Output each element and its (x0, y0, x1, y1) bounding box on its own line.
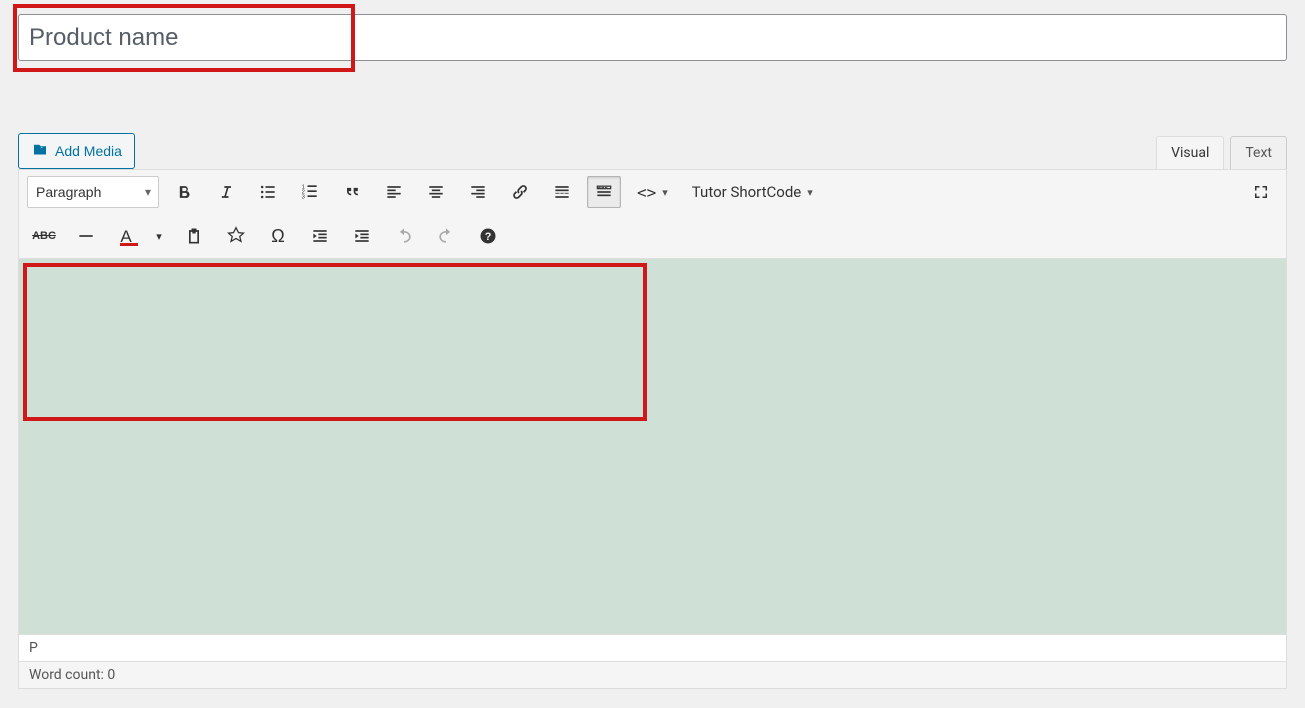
fullscreen-button[interactable] (1244, 176, 1278, 208)
strikethrough-icon: ABC (32, 230, 56, 242)
add-media-label: Add Media (55, 143, 122, 159)
tutor-shortcode-label: Tutor ShortCode (692, 183, 801, 201)
text-color-button[interactable]: A (111, 220, 141, 252)
svg-text:?: ? (485, 231, 492, 243)
insert-more-button[interactable] (545, 176, 579, 208)
svg-text:3: 3 (302, 195, 305, 201)
text-color-dropdown[interactable]: ▾ (149, 220, 169, 252)
align-center-button[interactable] (419, 176, 453, 208)
camera-music-icon (31, 141, 49, 162)
product-title-input[interactable] (18, 14, 1287, 61)
code-dropdown[interactable]: <> ▾ (629, 176, 676, 208)
code-icon: <> (637, 183, 656, 202)
bold-button[interactable] (167, 176, 201, 208)
highlight-box-content (23, 263, 647, 421)
align-right-button[interactable] (461, 176, 495, 208)
text-color-icon: A (120, 228, 131, 245)
color-swatch (120, 243, 138, 246)
bullet-list-button[interactable] (251, 176, 285, 208)
link-button[interactable] (503, 176, 537, 208)
add-media-button[interactable]: Add Media (18, 133, 135, 169)
chevron-down-icon: ▾ (156, 230, 162, 243)
undo-button[interactable] (387, 220, 421, 252)
chevron-down-icon: ▾ (662, 186, 668, 199)
editor-toolbar: Paragraph 123 (18, 169, 1287, 259)
indent-button[interactable] (345, 220, 379, 252)
status-bar: Word count: 0 (18, 662, 1287, 689)
wordcount-value: 0 (107, 667, 115, 683)
strikethrough-button[interactable]: ABC (27, 220, 61, 252)
tab-visual[interactable]: Visual (1156, 136, 1224, 169)
redo-button[interactable] (429, 220, 463, 252)
align-left-button[interactable] (377, 176, 411, 208)
toolbar-toggle-button[interactable] (587, 176, 621, 208)
wordcount-label: Word count: (29, 667, 104, 683)
editor-content-area[interactable] (18, 259, 1287, 635)
help-button[interactable]: ? (471, 220, 505, 252)
horizontal-rule-button[interactable] (69, 220, 103, 252)
element-path[interactable]: P (18, 635, 1287, 662)
outdent-button[interactable] (303, 220, 337, 252)
clear-formatting-button[interactable] (219, 220, 253, 252)
chevron-down-icon: ▾ (807, 186, 813, 199)
italic-button[interactable] (209, 176, 243, 208)
blockquote-button[interactable] (335, 176, 369, 208)
tab-text[interactable]: Text (1230, 136, 1287, 169)
omega-icon: Ω (271, 226, 284, 247)
paste-text-button[interactable] (177, 220, 211, 252)
special-character-button[interactable]: Ω (261, 220, 295, 252)
numbered-list-button[interactable]: 123 (293, 176, 327, 208)
format-select[interactable]: Paragraph (27, 176, 159, 208)
tutor-shortcode-dropdown[interactable]: Tutor ShortCode ▾ (684, 176, 821, 208)
